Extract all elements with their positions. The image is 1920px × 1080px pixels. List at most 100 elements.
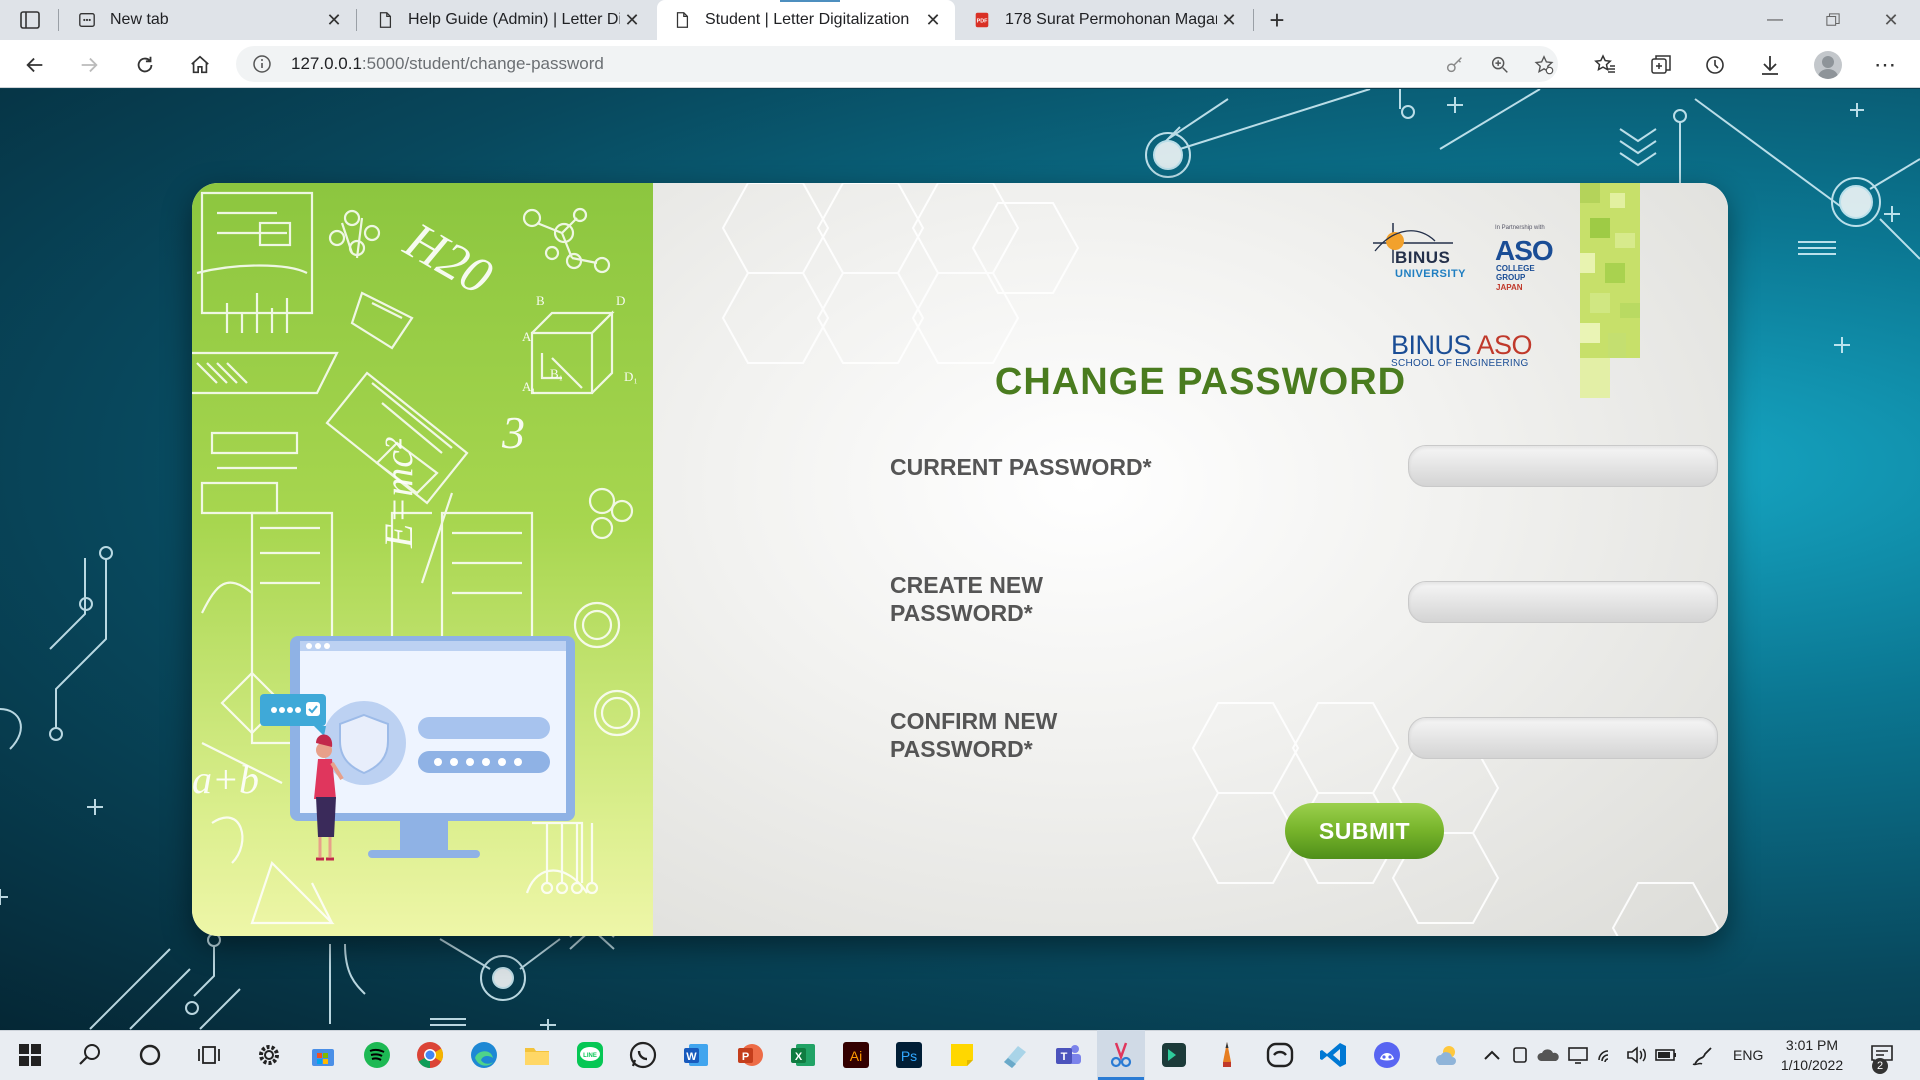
edge-icon[interactable] <box>468 1039 500 1071</box>
pencil-app-icon[interactable] <box>1211 1039 1243 1071</box>
eraser-app-icon[interactable] <box>999 1039 1031 1071</box>
illustrator-icon[interactable]: Ai <box>840 1039 872 1071</box>
settings-gear-icon[interactable] <box>253 1039 285 1071</box>
tab-student-letter-digitalization[interactable]: Student | Letter Digitalization ✕ <box>657 0 955 40</box>
svg-text:P: P <box>742 1051 749 1063</box>
zoom-icon[interactable] <box>1489 54 1511 76</box>
onedrive-cloud-icon[interactable] <box>1533 1039 1565 1071</box>
powerpoint-icon[interactable]: P <box>734 1039 766 1071</box>
aso-college: COLLEGE <box>1496 264 1535 273</box>
binus-logo-text: BINUS <box>1395 248 1451 267</box>
current-password-label: CURRENT PASSWORD* <box>890 454 1152 480</box>
close-window-button[interactable]: ✕ <box>1868 6 1914 34</box>
svg-text:B: B <box>536 293 545 308</box>
language-indicator[interactable]: ENG <box>1733 1047 1763 1063</box>
svg-text:3: 3 <box>501 407 525 458</box>
profile-avatar[interactable] <box>1814 51 1842 79</box>
microsoft-store-icon[interactable] <box>307 1039 339 1071</box>
discord-icon[interactable] <box>1371 1039 1403 1071</box>
aso-japan-text: JAPAN <box>1496 283 1523 292</box>
system-clock[interactable]: 3:01 PM 1/10/2022 <box>1768 1035 1856 1075</box>
tray-device-icon[interactable] <box>1504 1039 1536 1071</box>
partnership-note: In Partnership with <box>1495 225 1545 231</box>
display-icon[interactable] <box>1562 1039 1594 1071</box>
address-bar[interactable]: 127.0.0.1:5000/student/change-password <box>236 46 1558 82</box>
url-path: :5000/student/change-password <box>361 54 604 73</box>
active-tab-indicator <box>780 0 840 2</box>
notification-count-badge: 2 <box>1872 1058 1888 1074</box>
key-icon[interactable] <box>1444 54 1466 76</box>
svg-text:W: W <box>686 1051 697 1063</box>
page-background: H20 3 E=mc² a+b B D A A₁ B₁ D₁ BINUS UNI… <box>0 89 1920 1030</box>
svg-text:E=mc²: E=mc² <box>376 437 421 549</box>
more-menu-icon[interactable]: ⋯ <box>1870 50 1900 80</box>
aso-college-group-text: COLLEGE GROUP <box>1496 264 1535 282</box>
restore-button[interactable] <box>1810 6 1856 34</box>
close-icon[interactable]: ✕ <box>921 8 945 32</box>
confirm-password-input[interactable] <box>1408 717 1718 759</box>
history-icon[interactable] <box>1700 50 1730 80</box>
word-icon[interactable]: W <box>680 1039 712 1071</box>
close-icon[interactable]: ✕ <box>1217 8 1241 32</box>
tab-title: New tab <box>110 11 169 28</box>
terminal-app-icon[interactable] <box>1158 1039 1190 1071</box>
confirm-password-label-line-1: CONFIRM NEW <box>890 708 1058 734</box>
svg-text:H20: H20 <box>394 212 501 307</box>
download-icon[interactable] <box>1755 50 1785 80</box>
new-password-input[interactable] <box>1408 581 1718 623</box>
tab-separator <box>356 9 357 31</box>
file-explorer-icon[interactable] <box>521 1039 553 1071</box>
refresh-button[interactable] <box>130 50 160 80</box>
close-icon[interactable]: ✕ <box>620 8 644 32</box>
battery-icon[interactable] <box>1650 1039 1682 1071</box>
search-icon[interactable] <box>74 1039 106 1071</box>
svg-text:D: D <box>616 293 625 308</box>
sticky-notes-icon[interactable] <box>946 1039 978 1071</box>
new-tab-button[interactable]: + <box>1263 6 1291 34</box>
page-title: CHANGE PASSWORD <box>994 361 1407 403</box>
task-view-icon[interactable] <box>194 1039 226 1071</box>
url-host: 127.0.0.1 <box>291 54 362 73</box>
chrome-icon[interactable] <box>414 1039 446 1071</box>
binus-university-text: UNIVERSITY <box>1395 268 1467 280</box>
close-icon[interactable]: ✕ <box>322 8 346 32</box>
submit-button[interactable]: SUBMIT <box>1285 803 1444 859</box>
illustration-panel: H20 3 E=mc² a+b B D A A₁ B₁ D₁ <box>192 183 653 936</box>
teams-icon[interactable]: T <box>1052 1039 1084 1071</box>
tab-separator <box>1253 9 1254 31</box>
snipping-tool-icon[interactable] <box>1105 1039 1137 1071</box>
excel-icon[interactable]: X <box>787 1039 819 1071</box>
pen-ink-icon[interactable] <box>1688 1039 1720 1071</box>
tab-surat-permohonan[interactable]: PDF 178 Surat Permohonan Magang ✕ <box>957 0 1251 40</box>
home-button[interactable] <box>185 50 215 80</box>
photoshop-icon[interactable]: Ps <box>893 1039 925 1071</box>
svg-text:A: A <box>522 329 532 344</box>
windows-start-icon[interactable] <box>14 1039 46 1071</box>
cortana-icon[interactable] <box>134 1039 166 1071</box>
tab-actions-icon[interactable] <box>18 8 42 32</box>
back-button[interactable] <box>20 50 50 80</box>
add-favorite-icon[interactable] <box>1533 54 1555 76</box>
tab-separator <box>58 9 59 31</box>
site-info-icon[interactable] <box>252 54 272 74</box>
svg-text:a+b: a+b <box>192 757 259 802</box>
tab-new-tab[interactable]: New tab ✕ <box>62 0 356 40</box>
tab-help-guide[interactable]: Help Guide (Admin) | Letter Digit ✕ <box>360 0 654 40</box>
whatsapp-icon[interactable] <box>627 1039 659 1071</box>
newtab-icon <box>76 9 98 31</box>
weather-icon[interactable] <box>1430 1039 1462 1071</box>
obsidian-icon[interactable] <box>1264 1039 1296 1071</box>
line-messenger-icon[interactable]: LINE <box>574 1039 606 1071</box>
favorites-icon[interactable] <box>1590 50 1620 80</box>
vscode-icon[interactable] <box>1318 1039 1350 1071</box>
new-password-label: CREATE NEW PASSWORD* <box>890 571 1043 627</box>
collections-icon[interactable] <box>1646 50 1676 80</box>
new-password-label-line-1: CREATE NEW <box>890 572 1043 598</box>
spotify-icon[interactable] <box>361 1039 393 1071</box>
minimize-button[interactable]: — <box>1752 6 1798 34</box>
confirm-password-label-line-2: PASSWORD* <box>890 736 1033 762</box>
volume-icon[interactable] <box>1620 1039 1652 1071</box>
current-password-input[interactable] <box>1408 445 1718 487</box>
svg-text:D₁: D₁ <box>624 369 638 384</box>
forward-button[interactable] <box>74 50 104 80</box>
